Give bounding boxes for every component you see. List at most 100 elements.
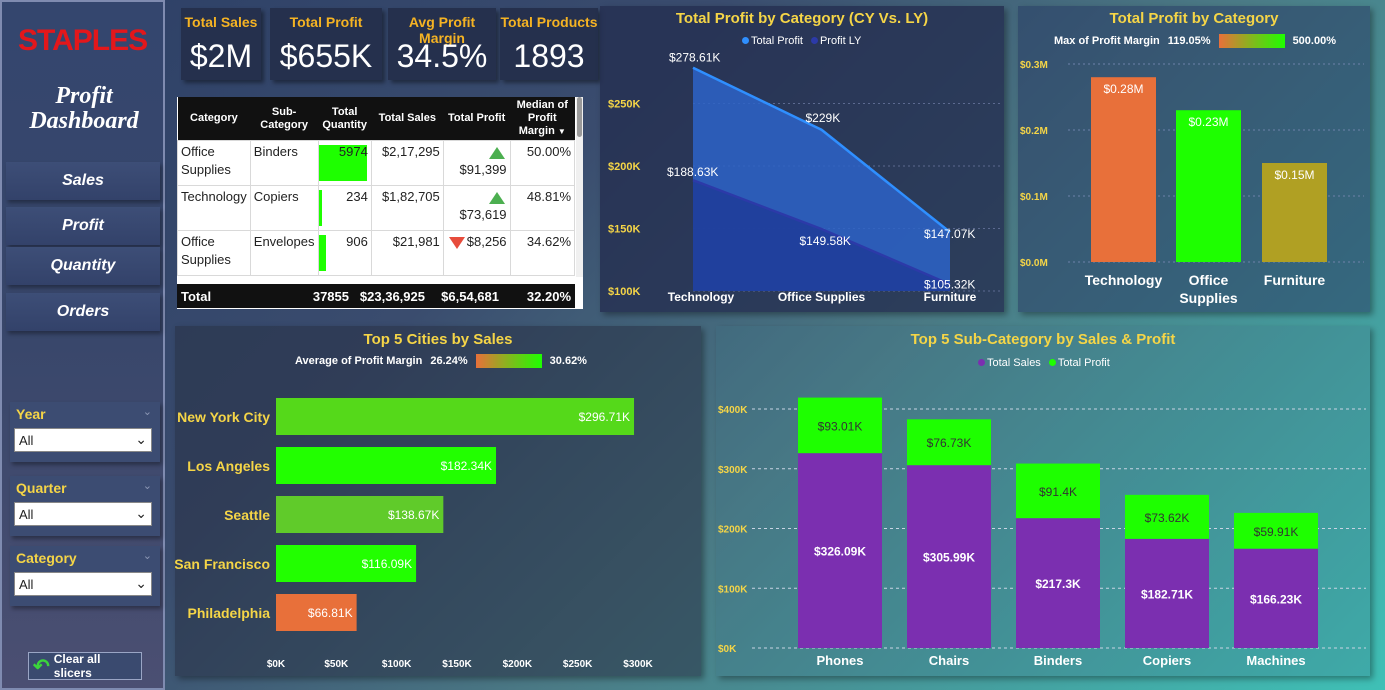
data-label: $93.01K [818,419,863,433]
x-tick-label: Copiers [1143,653,1191,668]
quarter-slicer: Quarter ⌄ All ⌄ [10,476,160,536]
data-label: $217.3K [1035,577,1081,591]
x-tick-label: Office [1189,272,1229,288]
clear-slicers-label: Clear all slicers [53,652,101,680]
dashboard-title: Profit Dashboard [29,83,139,134]
data-label: $188.63K [667,165,718,179]
chevron-down-icon: ⌄ [135,431,147,447]
cell-sub-category: Binders [249,140,319,186]
year-slicer: Year ⌄ All ⌄ [10,402,160,462]
quantity-value: 5974 [338,144,368,159]
nav-sales-button[interactable]: Sales [6,162,160,200]
cell-margin: 48.81% [509,185,576,231]
kpi-title: Total Profit [289,14,363,30]
x-tick-label: Chairs [929,653,969,668]
year-dropdown-value: All [19,433,34,448]
y-tick-label: $0K [718,644,737,655]
cell-profit: $8,256 [442,230,511,276]
top-cities-chart: Top 5 Cities by Sales Average of Profit … [175,326,701,676]
chevron-down-icon: ⌄ [142,550,152,562]
kpi-total-profit: Total Profit $655K [270,8,382,80]
x-tick-label: Technology [668,290,735,304]
x-tick-label: Furniture [1264,272,1326,288]
profit-cy-vs-ly-chart: Total Profit by Category (CY Vs. LY) Tot… [600,6,1004,312]
x-tick-label: Furniture [924,290,977,304]
col-header-total-quantity[interactable]: Total Quantity [318,97,372,141]
clear-slicers-button[interactable]: ↶ Clear all slicers [28,652,142,680]
trend-up-icon [488,146,505,159]
nav-profit-button[interactable]: Profit [6,207,160,245]
y-tick-label: $150K [608,224,640,236]
y-tick-label: $0.1M [1020,192,1048,203]
col-header-total-profit[interactable]: Total Profit [443,97,511,141]
cell-profit: $73,619 [442,185,511,231]
year-dropdown[interactable]: All ⌄ [14,428,152,452]
y-tick-label: $0.0M [1020,258,1048,269]
col-header-total-sales[interactable]: Total Sales [371,97,444,141]
quantity-value: 906 [346,234,368,249]
category-dropdown-value: All [19,577,34,592]
x-tick-label: Technology [1085,272,1163,288]
chevron-down-icon: ⌄ [135,575,147,591]
category-dropdown[interactable]: All ⌄ [14,572,152,596]
kpi-value: 1893 [513,38,585,74]
col-header-sub-category[interactable]: Sub-Category [250,97,318,141]
x-tick-label: $200K [503,659,533,670]
cell-quantity: 234 [317,185,372,231]
table-scrollbar[interactable] [576,97,583,277]
total-margin: 32.20% [526,288,571,304]
nav-quantity-button[interactable]: Quantity [6,247,160,285]
chevron-down-icon: ⌄ [142,406,152,418]
y-tick-label: $300K [718,465,748,476]
data-label: $59.91K [1254,525,1299,539]
scrollbar-thumb[interactable] [577,97,582,137]
nav-orders-button[interactable]: Orders [6,293,160,331]
y-tick-label: $200K [608,161,640,173]
y-tick-label: Los Angeles [187,458,270,474]
cell-sales: $21,981 [370,230,444,276]
cell-quantity: 906 [317,230,372,276]
x-tick-label: Supplies [1179,290,1238,306]
profit-by-category-chart: Total Profit by Category Max of Profit M… [1018,6,1370,312]
quarter-dropdown[interactable]: All ⌄ [14,502,152,526]
cell-sub-category: Envelopes [249,230,319,276]
x-tick-label: Phones [817,653,864,668]
col-header-median-profit-margin[interactable]: Median of Profit Margin ▼ [510,97,575,141]
y-tick-label: $100K [608,286,640,298]
x-tick-label: $300K [623,659,653,670]
data-label: $182.34K [441,459,492,473]
data-label: $147.07K [924,227,975,241]
cell-sales: $2,17,295 [370,140,444,186]
x-tick-label: $0K [267,659,286,670]
x-tick-label: Machines [1246,653,1305,668]
table-row[interactable]: Office Supplies Envelopes 906 $21,981 $8… [177,230,576,276]
kpi-avg-profit-margin: Avg Profit Margin 34.5% [388,8,496,80]
total-label: Total [181,288,212,304]
data-label: $0.15M [1274,168,1314,182]
cell-category: Office Supplies [177,140,251,186]
table-row[interactable]: Technology Copiers 234 $1,82,705 $73,619… [177,185,576,231]
x-tick-label: $250K [563,659,593,670]
quantity-databar [318,235,326,271]
y-tick-label: Seattle [224,507,270,523]
kpi-value: 34.5% [396,38,488,74]
trend-up-icon [488,191,505,204]
cell-category: Technology [177,185,251,231]
x-tick-label: Binders [1034,653,1082,668]
profit-value: $8,256 [466,234,507,249]
y-tick-label: San Francisco [175,556,270,572]
total-quantity: 37855 [312,288,349,304]
data-label: $166.23K [1250,592,1302,606]
kpi-total-products: Total Products 1893 [500,8,598,80]
y-tick-label: $250K [608,99,640,111]
data-label: $296.71K [579,410,630,424]
staples-logo: STAPLES [18,24,148,57]
profit-value: $73,619 [459,207,507,222]
cell-quantity: 5974 [317,140,372,186]
cell-category: Office Supplies [177,230,251,276]
data-label: $76.73K [927,436,972,450]
x-tick-label: $50K [324,659,349,670]
profit-value: $91,399 [459,162,507,177]
col-header-category[interactable]: Category [177,97,251,141]
table-row[interactable]: Office Supplies Binders 5974 $2,17,295 $… [177,140,576,186]
